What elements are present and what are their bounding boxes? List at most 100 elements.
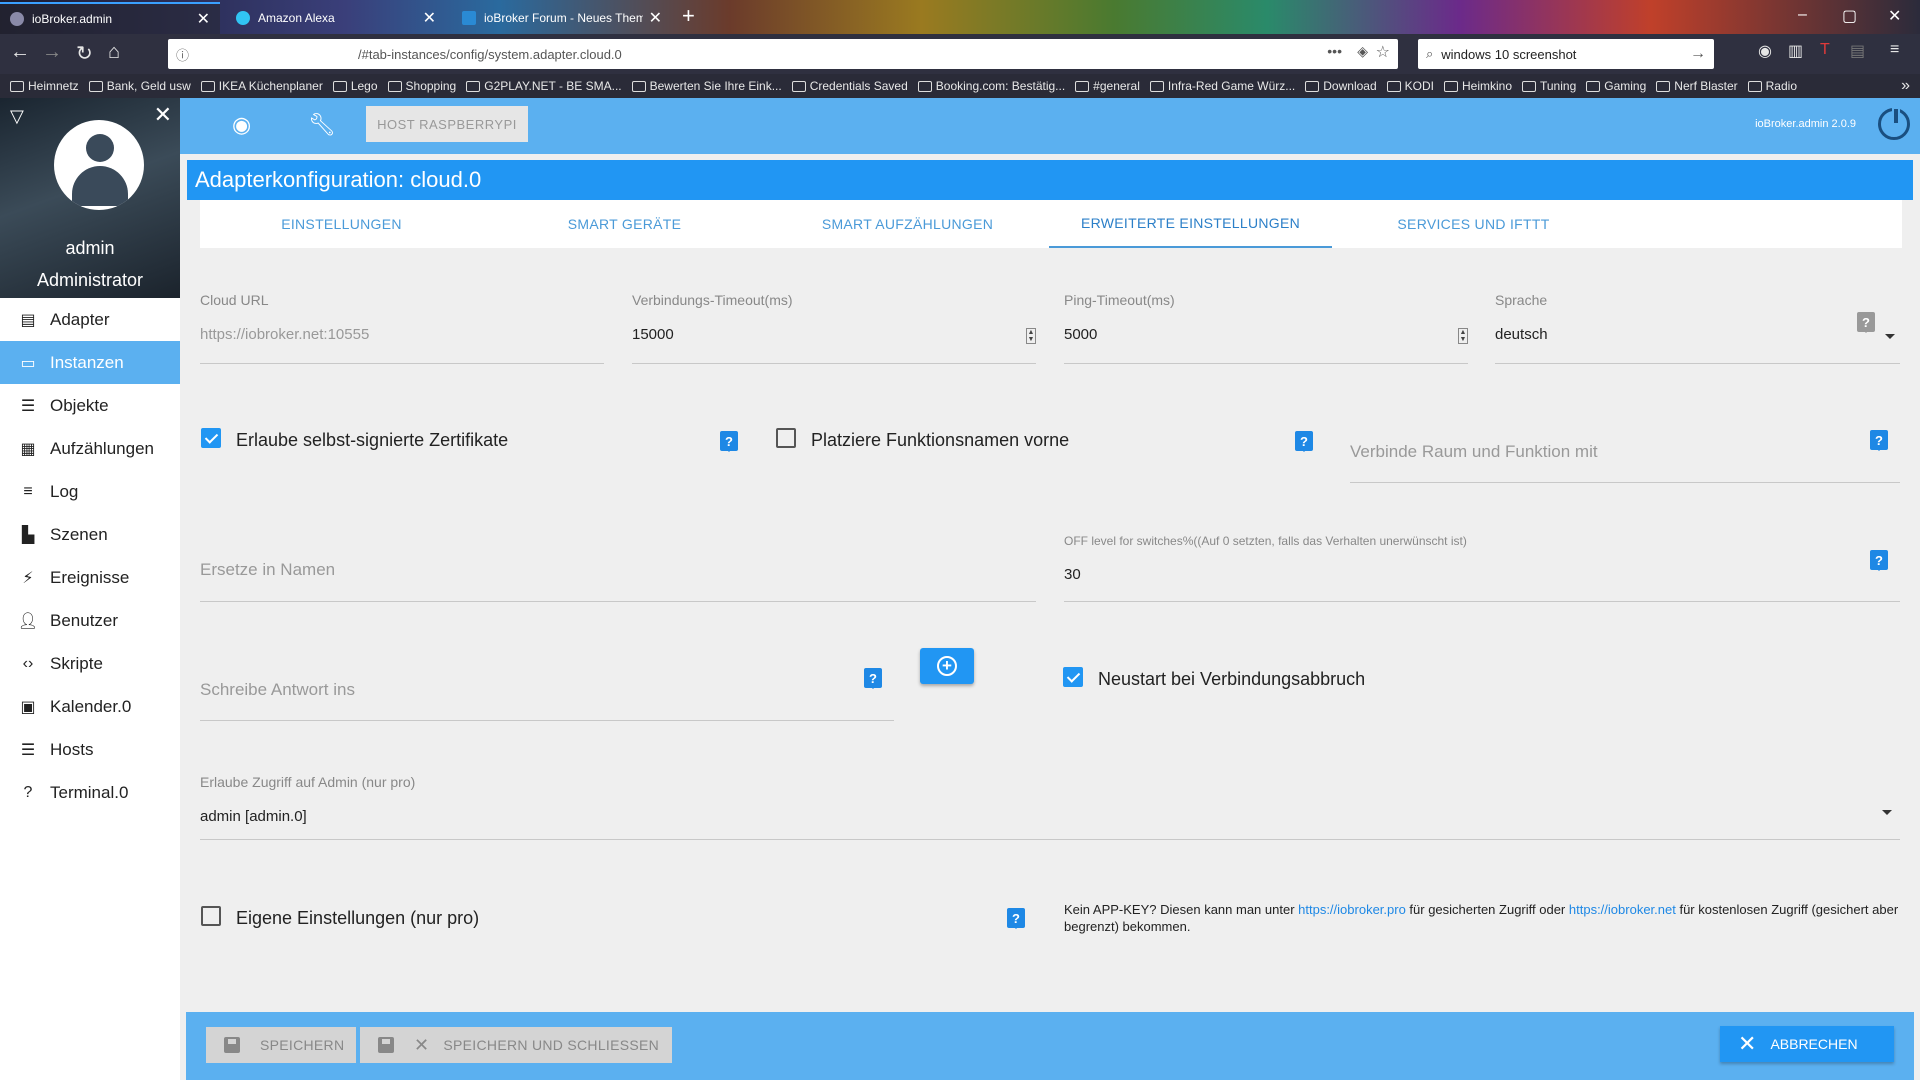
extension-icon[interactable]: ◉ [1758,41,1772,61]
bookmark-label: Infra-Red Game Würz... [1167,79,1296,93]
browser-tab-alexa[interactable]: Amazon Alexa ✕ [226,2,446,34]
forward-icon[interactable]: → [42,41,62,64]
bookmark-item[interactable]: Lego [332,79,378,93]
function-names-first-checkbox[interactable] [776,428,796,448]
extension-gray-icon[interactable]: ▤ [1850,41,1865,61]
sidebar-item-hosts[interactable]: ☰ Hosts [0,728,180,771]
bookmark-item[interactable]: KODI [1386,79,1434,93]
sidebar-item-szenen[interactable]: ▙ Szenen [0,513,180,556]
tab-services-und-ifttt[interactable]: SERVICES UND IFTTT [1332,200,1615,248]
browser-tab-iobroker[interactable]: ioBroker.admin ✕ [0,2,220,34]
bookmark-item[interactable]: Booking.com: Bestätig... [917,79,1065,93]
bookmark-item[interactable]: Radio [1747,79,1797,93]
sidebar-item-log[interactable]: ≡ Log [0,470,180,513]
tab-erweiterte-einstellungen[interactable]: ERWEITERTE EINSTELLUNGEN [1049,200,1332,248]
help-icon[interactable]: ? [1857,312,1875,333]
bookmark-item[interactable]: Infra-Red Game Würz... [1149,79,1296,93]
power-icon[interactable] [1878,107,1910,140]
save-close-button[interactable]: ✕ SPEICHERN UND SCHLIESSEN [360,1027,672,1063]
own-settings-checkbox[interactable] [201,906,221,926]
extension-t-icon[interactable]: T [1820,41,1830,59]
bookmark-item[interactable]: Tuning [1522,79,1576,93]
bookmark-item[interactable]: Bewerten Sie Ihre Eink... [631,79,782,93]
bookmark-item[interactable]: Heimnetz [10,79,79,93]
bookmark-item[interactable]: Gaming [1586,79,1646,93]
home-icon[interactable]: ⌂ [108,41,120,64]
bookmark-label: Bewerten Sie Ihre Eink... [649,79,782,93]
help-icon[interactable]: ? [1870,430,1888,451]
sidebar-item-skripte[interactable]: ‹› Skripte [0,642,180,685]
menu-icon[interactable]: ≡ [1890,41,1899,59]
browser-tab-forum[interactable]: ioBroker Forum - Neues Thema ✕ [452,2,672,34]
cloud-url-field[interactable]: Cloud URL https://iobroker.net:10555 [200,292,604,364]
back-icon[interactable]: ← [10,41,30,64]
self-signed-checkbox[interactable] [201,428,221,448]
search-input[interactable]: ⌕ windows 10 screenshot → [1418,39,1714,69]
allow-admin-select[interactable]: Erlaube Zugriff auf Admin (nur pro) admi… [200,774,1900,840]
sidebar-toggle-icon[interactable]: ▥ [1788,41,1803,61]
iobroker-pro-link[interactable]: https://iobroker.pro [1298,902,1406,917]
close-icon[interactable]: ✕ [649,8,662,28]
response-id-input[interactable]: Schreibe Antwort ins ? [200,660,894,721]
pocket-icon[interactable]: ◈ [1357,43,1368,60]
bookmark-item[interactable]: Download [1305,79,1377,93]
sidebar-item-instanzen[interactable]: ▭ Instanzen [0,341,180,384]
tab-einstellungen[interactable]: EINSTELLUNGEN [200,200,483,248]
eye-icon[interactable]: ◉ [232,112,251,138]
number-spinner[interactable]: ▲ ▼ [1458,328,1468,344]
go-arrow-icon[interactable]: → [1690,45,1706,63]
url-bar[interactable]: ⓘ /#tab-instances/config/system.adapter.… [168,39,1398,69]
bookmark-star-icon[interactable]: ☆ [1376,42,1390,62]
sidebar-item-ereignisse[interactable]: ⚡︎ Ereignisse [0,556,180,599]
help-icon[interactable]: ? [1295,431,1313,452]
concat-word-input[interactable]: Verbinde Raum und Funktion mit ? [1350,420,1900,483]
number-spinner[interactable]: ▲ ▼ [1026,328,1036,344]
minimize-icon[interactable]: – [1798,6,1807,24]
tab-smart-aufz-hlungen[interactable]: SMART AUFZÄHLUNGEN [766,200,1049,248]
host-button[interactable]: HOST RASPBERRYPI [366,106,528,142]
sidebar-item-kalender-0[interactable]: ▣ Kalender.0 [0,685,180,728]
replace-in-names-input[interactable]: Ersetze in Namen [200,540,1036,602]
add-button[interactable]: + [920,648,974,684]
close-icon[interactable]: ✕ [423,8,436,28]
reload-icon[interactable]: ↻ [76,41,93,66]
more-bookmarks-icon[interactable]: » [1901,77,1910,95]
close-icon[interactable]: ✕ [197,9,210,29]
bookmark-item[interactable]: #general [1075,79,1140,93]
sidebar-item-terminal-0[interactable]: ? Terminal.0 [0,771,180,814]
new-tab-icon[interactable]: + [682,3,695,29]
off-level-field[interactable]: OFF level for switches%((Auf 0 setzten, … [1064,534,1900,602]
connection-timeout-field[interactable]: Verbindungs-Timeout(ms) 15000 ▲ ▼ [632,292,1036,364]
bookmark-item[interactable]: G2PLAY.NET - BE SMA... [466,79,622,93]
window-close-icon[interactable]: ✕ [1888,6,1901,26]
bookmark-item[interactable]: Nerf Blaster [1656,79,1738,93]
folder-icon [1443,80,1458,92]
sidebar-item-adapter[interactable]: ▤ Adapter [0,298,180,341]
restart-on-disconnect-checkbox[interactable] [1063,667,1083,687]
cancel-button[interactable]: ✕ ABBRECHEN [1720,1026,1894,1062]
sidebar-item-aufz-hlungen[interactable]: ▦ Aufzählungen [0,427,180,470]
iobroker-net-link[interactable]: https://iobroker.net [1569,902,1676,917]
language-select[interactable]: Sprache deutsch ? [1495,292,1900,364]
bookmark-item[interactable]: Shopping [387,79,456,93]
ping-timeout-field[interactable]: Ping-Timeout(ms) 5000 ▲ ▼ [1064,292,1468,364]
help-icon[interactable]: ? [1007,908,1025,929]
bookmark-item[interactable]: Heimkino [1443,79,1512,93]
help-icon[interactable]: ? [864,668,882,689]
restore-icon[interactable]: ▢ [1842,6,1857,26]
wrench-icon[interactable]: 🔧︎ [308,112,336,138]
more-icon[interactable]: ••• [1327,43,1342,59]
folder-icon [387,80,402,92]
tab-smart-ger-te[interactable]: SMART GERÄTE [483,200,766,248]
sidebar-item-benutzer[interactable]: 👤︎ Benutzer [0,599,180,642]
close-sidebar-icon[interactable]: ✕ [154,102,172,128]
info-icon[interactable]: ⓘ [176,45,189,64]
save-button[interactable]: SPEICHERN [206,1027,356,1063]
bookmark-item[interactable]: IKEA Küchenplaner [200,79,323,93]
help-icon[interactable]: ? [1870,550,1888,571]
bookmark-item[interactable]: Credentials Saved [791,79,908,93]
help-icon[interactable]: ? [720,431,738,452]
flash-icon: ⚡︎ [22,569,34,587]
bookmark-item[interactable]: Bank, Geld usw [88,79,191,93]
sidebar-item-objekte[interactable]: ☰ Objekte [0,384,180,427]
